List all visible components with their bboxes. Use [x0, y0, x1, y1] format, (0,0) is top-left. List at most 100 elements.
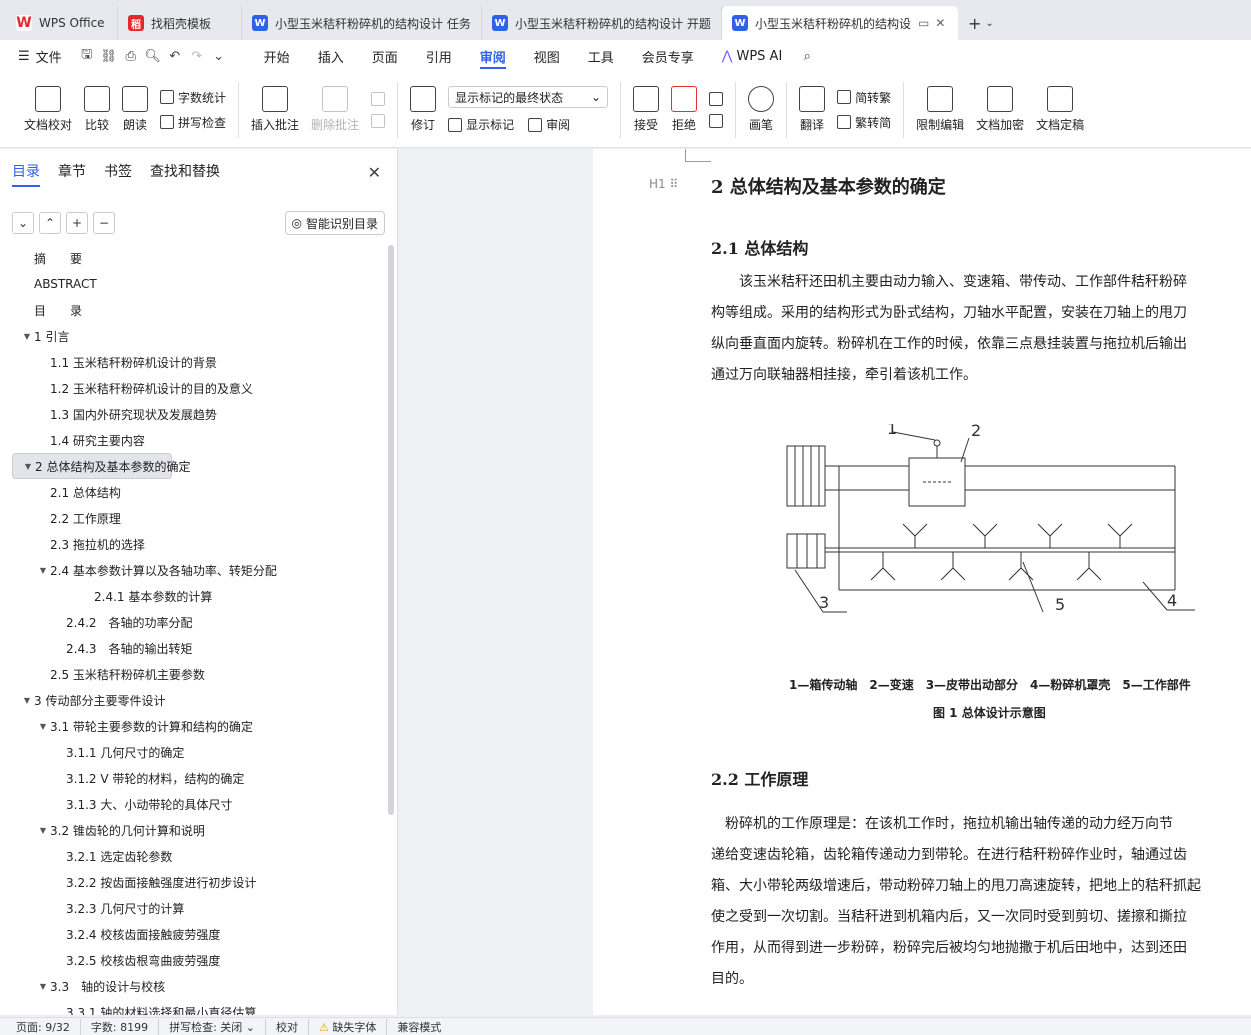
heading-drag-handle[interactable]: H1 ⠿: [649, 177, 678, 191]
link-icon[interactable]: ⛓: [98, 45, 120, 67]
remove-heading-button[interactable]: −: [93, 212, 115, 234]
toc-item[interactable]: ▼ 3.3 轴的设计与校核: [12, 973, 388, 999]
toc-item[interactable]: 3.3.1 轴的材料选择和最小直径估算: [12, 999, 388, 1016]
tab-doc-active[interactable]: W 小型玉米秸秆粉碎机的结构设 ▭ ✕: [722, 6, 958, 40]
tab-doc-proposal[interactable]: W 小型玉米秸秆粉碎机的结构设计 开题: [482, 6, 722, 40]
insert-comment-button[interactable]: 插入批注: [245, 75, 305, 145]
prev-comment-button[interactable]: [371, 91, 386, 106]
menu-tools[interactable]: 工具: [574, 40, 628, 72]
toc-item[interactable]: 3.2.3 几何尺寸的计算: [12, 895, 388, 921]
accept-button[interactable]: 接受: [627, 75, 665, 145]
close-icon[interactable]: ✕: [935, 16, 945, 30]
encrypt-button[interactable]: 文档加密: [970, 75, 1030, 145]
proofread-status[interactable]: 校对: [266, 1018, 310, 1035]
pen-button[interactable]: 画笔: [742, 75, 780, 145]
menu-view[interactable]: 视图: [520, 40, 574, 72]
toc-scrollbar[interactable]: [388, 245, 394, 815]
toc-item[interactable]: 3.2.1 选定齿轮参数: [12, 843, 388, 869]
show-markup-button[interactable]: 显示标记: [448, 116, 514, 133]
expand-arrow-icon[interactable]: ▼: [20, 696, 34, 705]
word-count-button[interactable]: 字数统计: [160, 89, 226, 106]
spell-check-status[interactable]: 拼写检查: 关闭 ⌄: [159, 1018, 267, 1035]
toc-item[interactable]: ▼ 3.1 带轮主要参数的计算和结构的确定: [12, 713, 388, 739]
expand-arrow-icon[interactable]: ▼: [36, 566, 50, 575]
compat-mode-status[interactable]: 兼容模式: [387, 1019, 451, 1035]
toc-item[interactable]: ▼ 1 引言: [12, 323, 388, 349]
toc-item[interactable]: ▼ 3.2 锥齿轮的几何计算和说明: [12, 817, 388, 843]
toc-item[interactable]: 1.4 研究主要内容: [12, 427, 388, 453]
toc-item[interactable]: 1.3 国内外研究现状及发展趋势: [12, 401, 388, 427]
menu-member[interactable]: 会员专享: [628, 40, 708, 72]
markup-mode-select[interactable]: 显示标记的最终状态 ⌄: [448, 86, 609, 108]
toc-item[interactable]: ▼ 2 总体结构及基本参数的确定: [12, 453, 190, 479]
simp-to-trad-button[interactable]: 简转繁: [837, 89, 891, 106]
menu-start[interactable]: 开始: [250, 40, 304, 72]
menu-insert[interactable]: 插入: [304, 40, 358, 72]
tab-docer[interactable]: 稻 找稻壳模板: [118, 6, 242, 40]
toc-item[interactable]: 2.4.3 各轴的输出转矩: [12, 635, 388, 661]
next-change-button[interactable]: [709, 113, 724, 128]
reject-button[interactable]: 拒绝: [665, 75, 703, 145]
toc-item[interactable]: 2.2 工作原理: [12, 505, 388, 531]
toc-item[interactable]: 3.2.2 按齿面接触强度进行初步设计: [12, 869, 388, 895]
page-indicator[interactable]: 页面: 9/32: [16, 1018, 81, 1035]
toc-item[interactable]: ABSTRACT: [12, 271, 388, 297]
print-preview-icon[interactable]: 🔍︎: [142, 45, 164, 67]
screen-icon[interactable]: ▭: [918, 16, 929, 30]
wps-ai-button[interactable]: ⋀ WPS AI: [708, 40, 796, 72]
search-icon[interactable]: ⌕: [796, 45, 818, 67]
read-aloud-button[interactable]: 朗读: [116, 75, 154, 145]
print-icon[interactable]: ⎙: [120, 45, 142, 67]
menu-page[interactable]: 页面: [358, 40, 412, 72]
toc-item[interactable]: 3.2.4 校核齿面接触疲劳强度: [12, 921, 388, 947]
toc-item[interactable]: 2.3 拖拉机的选择: [12, 531, 388, 557]
redo-icon[interactable]: ↷: [186, 45, 208, 67]
expand-arrow-icon[interactable]: ▼: [36, 722, 50, 731]
missing-font-status[interactable]: ⚠ 缺失字体: [309, 1018, 388, 1035]
next-comment-button[interactable]: [371, 113, 386, 128]
finalize-button[interactable]: 文档定稿: [1030, 75, 1090, 145]
toc-item[interactable]: 目 录: [12, 297, 388, 323]
toc-item[interactable]: 2.1 总体结构: [12, 479, 388, 505]
toc-item[interactable]: 2.5 玉米秸秆粉碎机主要参数: [12, 661, 388, 687]
expand-arrow-icon[interactable]: ▼: [21, 462, 35, 471]
menu-review[interactable]: 审阅: [466, 40, 520, 72]
toc-item[interactable]: 摘 要: [12, 245, 388, 271]
undo-icon[interactable]: ↶: [164, 45, 186, 67]
review-pane-button[interactable]: 审阅: [528, 116, 570, 133]
toc-item[interactable]: ▼ 2.4 基本参数计算以及各轴功率、转矩分配: [12, 557, 388, 583]
word-count-indicator[interactable]: 字数: 8199: [81, 1018, 160, 1035]
nav-tab-chapters[interactable]: 章节: [58, 161, 86, 189]
toc-item[interactable]: 1.2 玉米秸秆粉碎机设计的目的及意义: [12, 375, 388, 401]
expand-arrow-icon[interactable]: ▼: [36, 826, 50, 835]
delete-comment-button[interactable]: 删除批注: [305, 75, 365, 145]
spell-check-button[interactable]: 拼写检查: [160, 114, 226, 131]
tab-wps-office[interactable]: W WPS Office: [6, 6, 118, 40]
toc-item[interactable]: 2.4.1 基本参数的计算: [12, 583, 388, 609]
nav-tab-find-replace[interactable]: 查找和替换: [150, 161, 220, 189]
smart-toc-button[interactable]: ◎ 智能识别目录: [284, 211, 385, 235]
toc-item[interactable]: ▼ 3 传动部分主要零件设计: [12, 687, 388, 713]
nav-tab-toc[interactable]: 目录: [12, 161, 40, 189]
expand-arrow-icon[interactable]: ▼: [20, 332, 34, 341]
close-icon[interactable]: ✕: [368, 163, 381, 182]
prev-change-button[interactable]: [709, 91, 724, 106]
nav-tab-bookmarks[interactable]: 书签: [104, 161, 132, 189]
toc-item[interactable]: 3.1.3 大、小动带轮的具体尺寸: [12, 791, 388, 817]
translate-button[interactable]: 翻译: [793, 75, 831, 145]
expand-down-button[interactable]: ⌄: [12, 212, 34, 234]
tab-doc-task[interactable]: W 小型玉米秸秆粉碎机的结构设计 任务: [242, 6, 482, 40]
doc-check-button[interactable]: 文档校对: [18, 75, 78, 145]
revise-button[interactable]: 修订: [404, 75, 442, 145]
restrict-edit-button[interactable]: 限制编辑: [910, 75, 970, 145]
expand-arrow-icon[interactable]: ▼: [36, 982, 50, 991]
compare-button[interactable]: 比较: [78, 75, 116, 145]
save-icon[interactable]: 🖫: [76, 45, 98, 67]
more-chevron-icon[interactable]: ⌄: [208, 45, 230, 67]
toc-item[interactable]: 1.1 玉米秸秆粉碎机设计的背景: [12, 349, 388, 375]
toc-item[interactable]: 3.2.5 校核齿根弯曲疲劳强度: [12, 947, 388, 973]
collapse-up-button[interactable]: ⌃: [39, 212, 61, 234]
toc-item[interactable]: 3.1.2 V 带轮的材料，结构的确定: [12, 765, 388, 791]
toc-item[interactable]: 3.1.1 几何尺寸的确定: [12, 739, 388, 765]
new-tab-button[interactable]: + ⌄: [958, 6, 1004, 40]
